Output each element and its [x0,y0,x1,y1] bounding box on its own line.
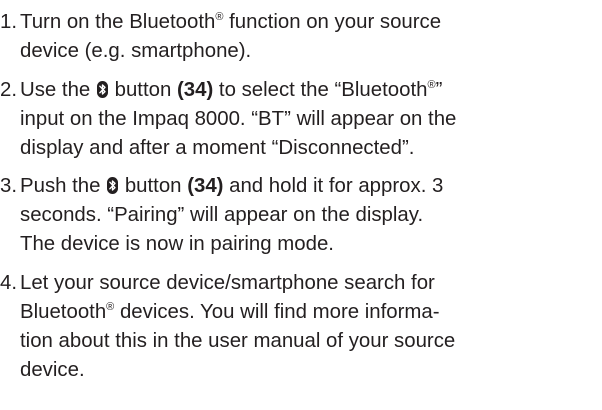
step-4-line-2: Bluetooth® devices. You will find more i… [20,300,440,323]
bluetooth-icon [96,80,108,98]
step-3-line-1: Push the button (34) and hold it for app… [20,175,444,197]
step-number: 4. [0,271,18,294]
step-4-line-4: device. [20,358,85,381]
step-number: 1. [0,11,18,33]
step-4-line-1: Let your source device/smartphone search… [20,271,435,294]
step-3-line-3: The device is now in pairing mode. [20,233,334,255]
step-2-line-2: input on the Impaq 8000. “BT” will appea… [20,107,457,130]
step-2-line-3: display and after a moment “Disconnected… [20,136,415,159]
step-2: 2. Use the button (34) to select the “Bl… [0,76,602,163]
bluetooth-icon [107,177,119,194]
instruction-list: 1. Turn on the Bluetooth® function on yo… [0,0,602,394]
step-1-line-1: Turn on the Bluetooth® function on your … [20,11,442,33]
step-4-line-3: tion about this in the user manual of yo… [20,329,456,352]
step-number: 3. [0,175,18,197]
button-reference: (34) [187,175,224,197]
step-4: 4. Let your source device/smartphone sea… [0,269,602,385]
step-1: 1. Turn on the Bluetooth® function on yo… [0,8,602,66]
step-3-line-2: seconds. “Pairing” will appear on the di… [20,204,424,226]
step-1-line-2: device (e.g. smartphone). [20,40,252,62]
step-number: 2. [0,78,18,101]
button-reference: (34) [176,78,214,101]
step-3: 3. Push the button (34) and hold it for … [0,172,602,259]
step-2-line-1: Use the button (34) to select the “Bluet… [20,78,443,101]
